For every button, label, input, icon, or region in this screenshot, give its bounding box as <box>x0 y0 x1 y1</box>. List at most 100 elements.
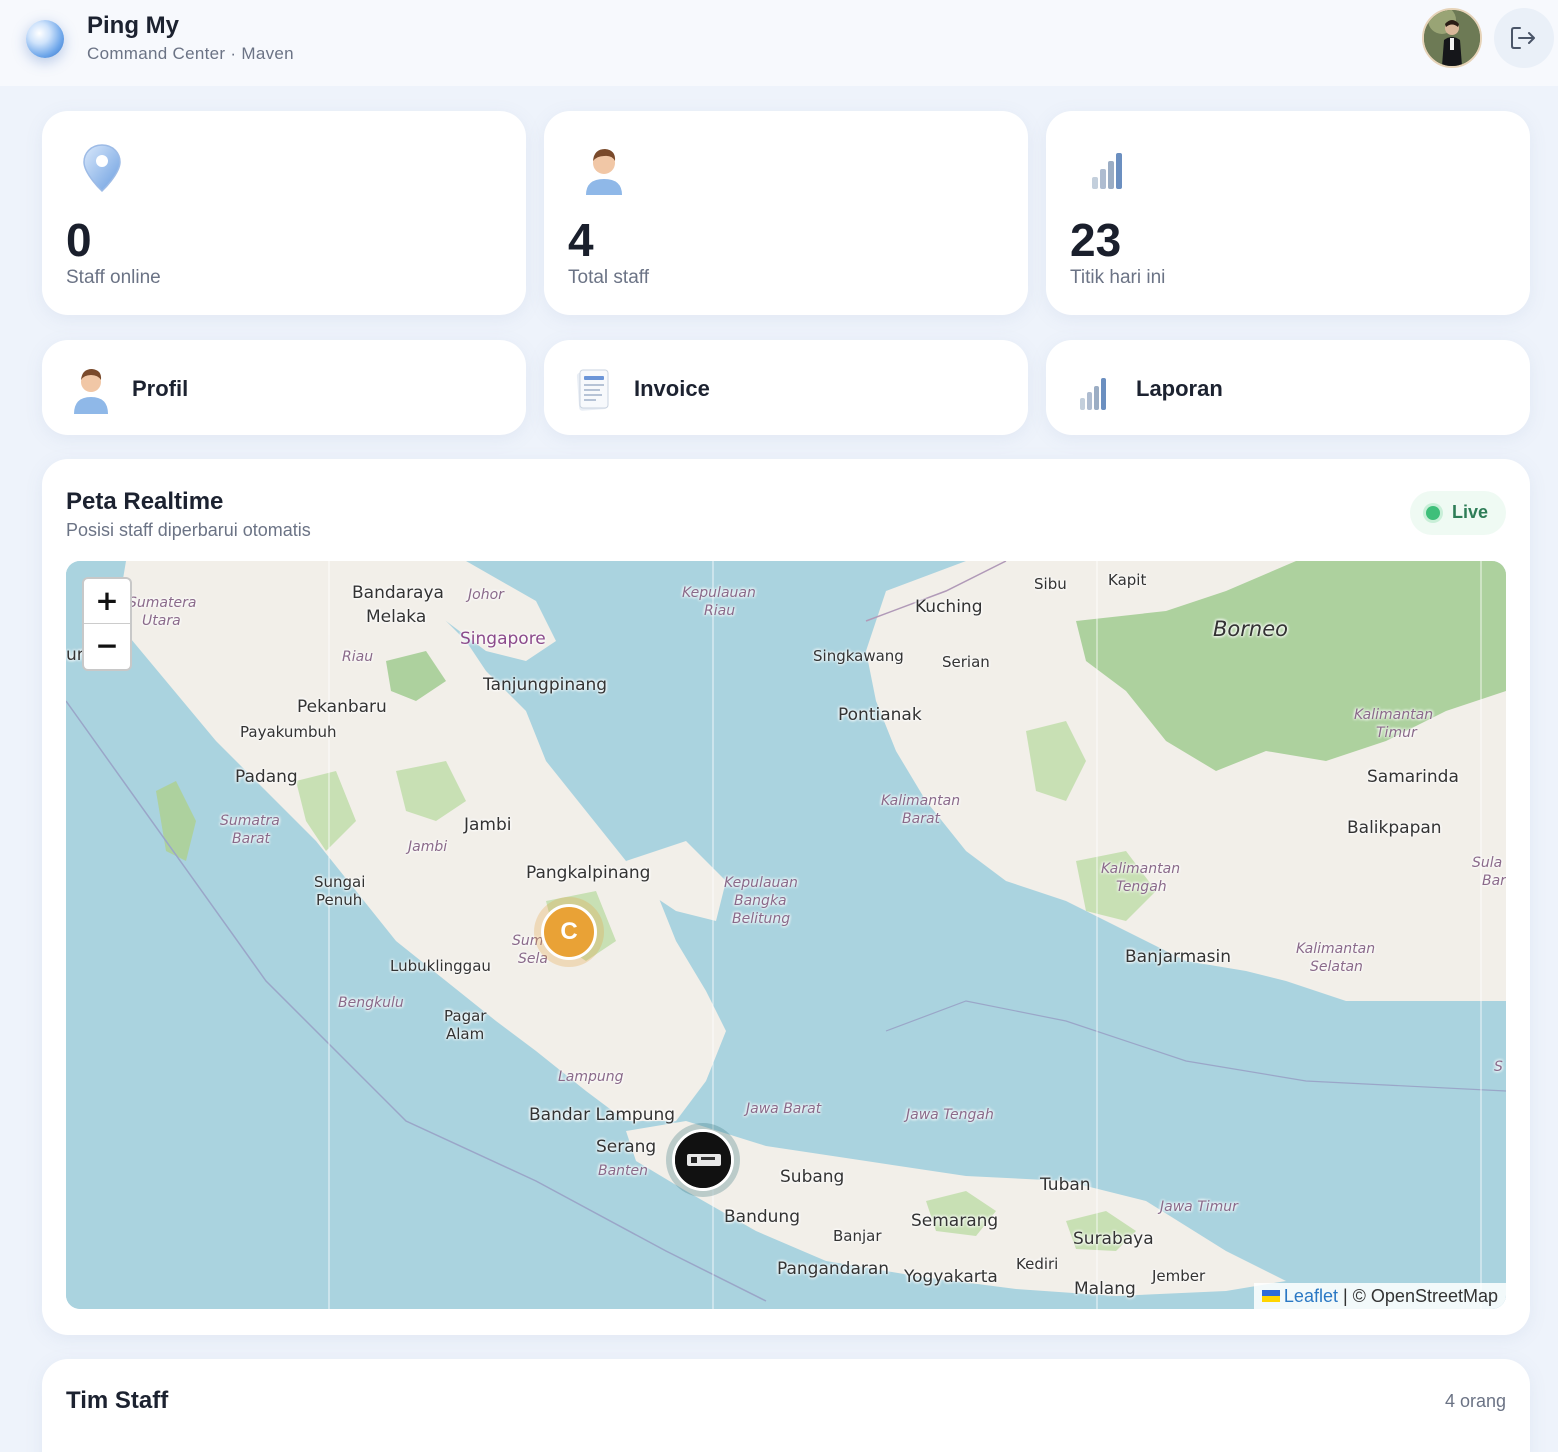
map-label: Lampung <box>558 1069 624 1085</box>
map-label: Serian <box>942 653 990 671</box>
map-label: Balikpapan <box>1347 818 1442 838</box>
map-label: Pontianak <box>838 705 922 725</box>
zoom-control: + − <box>82 577 132 671</box>
live-label: Live <box>1452 502 1489 522</box>
stat-label: Staff online <box>66 267 161 288</box>
map-attribution: Leaflet | © OpenStreetMap <box>1253 1283 1506 1309</box>
logout-button[interactable] <box>1494 8 1554 68</box>
map-label: Bangka <box>734 893 787 909</box>
map-label: Johor <box>468 587 504 603</box>
map-label: Bandaraya <box>352 583 444 603</box>
staff-photo-marker[interactable] <box>666 1123 740 1197</box>
zoom-out-button[interactable]: − <box>84 624 130 669</box>
map-label: Sumatra <box>220 813 280 829</box>
map-label: Samarinda <box>1367 767 1459 787</box>
nav-invoice[interactable]: Invoice <box>544 340 1028 435</box>
map-label: Surabaya <box>1073 1229 1154 1249</box>
map-label: Jawa Barat <box>746 1101 822 1117</box>
map-title: Peta Realtime <box>66 488 224 515</box>
nav-label: Invoice <box>634 376 710 401</box>
map-label: Alam <box>446 1025 485 1043</box>
map-label: Timur <box>1376 725 1417 741</box>
map-label: Belitung <box>732 911 791 927</box>
map-label: Kalimantan <box>881 793 961 809</box>
map-label: S <box>1494 1059 1503 1075</box>
map-card: Peta Realtime Posisi staff diperbarui ot… <box>42 459 1530 1335</box>
map-label: Yogyakarta <box>904 1267 998 1287</box>
map-label: Pangkalpinang <box>526 863 651 883</box>
staff-cluster-marker[interactable]: C <box>534 897 604 967</box>
map-label: Banjarmasin <box>1125 947 1232 967</box>
map-label: Singkawang <box>813 647 904 665</box>
map-label: Jember <box>1152 1267 1206 1285</box>
stat-value: 23 <box>1070 214 1122 266</box>
map-label: Banten <box>598 1163 649 1179</box>
ukraine-flag-icon <box>1261 1290 1280 1303</box>
realtime-map[interactable]: Bandaraya Melaka Johor Singapore Tanjung… <box>66 561 1506 1309</box>
map-label: Semarang <box>911 1211 999 1231</box>
logout-icon <box>1511 27 1535 49</box>
map-label: Serang <box>596 1137 657 1157</box>
map-label: Jambi <box>464 815 512 835</box>
staff-photo-avatar <box>672 1129 734 1191</box>
stat-card-staff-online: 0 Staff online <box>42 111 526 315</box>
map-label: Pekanbaru <box>297 697 387 717</box>
live-dot-icon <box>1426 506 1440 520</box>
map-label: Kediri <box>1016 1255 1059 1273</box>
map-label: Barat <box>232 831 271 847</box>
stat-card-total-staff: 4 Total staff <box>544 111 1028 315</box>
stat-value: 4 <box>568 214 594 266</box>
map-label: Utara <box>142 613 181 629</box>
top-bar: Ping My Command Center · Maven <box>0 0 1558 86</box>
map-label: Sumatera <box>128 595 197 611</box>
map-tiles <box>66 561 1506 1309</box>
map-label: Riau <box>342 649 374 665</box>
nav-label: Laporan <box>1136 376 1223 401</box>
map-label: Payakumbuh <box>240 723 337 741</box>
stat-label: Total staff <box>568 267 649 288</box>
app-subtitle: Command Center · Maven <box>87 44 294 63</box>
osm-attribution[interactable]: © OpenStreetMap <box>1353 1286 1498 1306</box>
app-title: Ping My <box>87 12 180 39</box>
leaflet-link[interactable]: Leaflet <box>1284 1286 1338 1306</box>
map-label: Bandar Lampung <box>529 1105 676 1125</box>
map-label: Jawa Tengah <box>906 1107 994 1123</box>
map-label: Kapit <box>1108 571 1147 589</box>
person-icon <box>586 149 622 195</box>
map-label: Bandung <box>724 1207 800 1227</box>
map-label: Jambi <box>408 839 448 855</box>
map-label: Tengah <box>1116 879 1167 895</box>
location-pin-icon <box>83 144 121 193</box>
map-label: Kepulauan <box>724 875 798 891</box>
map-label: Pagar <box>444 1007 487 1025</box>
map-label: Kuching <box>915 597 983 617</box>
stat-value: 0 <box>66 214 92 266</box>
staff-initial: C <box>541 904 597 960</box>
live-status-badge: Live <box>1410 491 1506 535</box>
map-label: Kalimantan <box>1296 941 1376 957</box>
map-label: Tanjungpinang <box>483 675 608 695</box>
map-label: Selatan <box>1310 959 1363 975</box>
zoom-in-button[interactable]: + <box>84 579 130 624</box>
team-card: Tim Staff 4 orang <box>42 1359 1530 1452</box>
map-subtitle: Posisi staff diperbarui otomatis <box>66 520 311 540</box>
document-icon <box>576 369 609 411</box>
map-label: Sungai <box>314 873 366 891</box>
map-label: Malang <box>1074 1279 1136 1299</box>
map-label: Bar <box>1482 873 1506 889</box>
map-label: Borneo <box>1213 617 1288 641</box>
bar-chart-icon <box>1080 378 1106 410</box>
map-label: Jawa Timur <box>1160 1199 1238 1215</box>
map-label: Banjar <box>833 1227 882 1245</box>
map-label: Subang <box>780 1167 845 1187</box>
nav-label: Profil <box>132 376 189 401</box>
team-title: Tim Staff <box>66 1387 169 1414</box>
nav-profil[interactable]: Profil <box>42 340 526 435</box>
map-label: Penuh <box>316 891 363 909</box>
map-label: Sibu <box>1034 575 1067 593</box>
map-label: Kepulauan <box>682 585 756 601</box>
nav-laporan[interactable]: Laporan <box>1046 340 1530 435</box>
stat-card-titik-hari-ini: 23 Titik hari ini <box>1046 111 1530 315</box>
user-avatar[interactable] <box>1422 8 1482 68</box>
map-label: Kalimantan <box>1101 861 1181 877</box>
